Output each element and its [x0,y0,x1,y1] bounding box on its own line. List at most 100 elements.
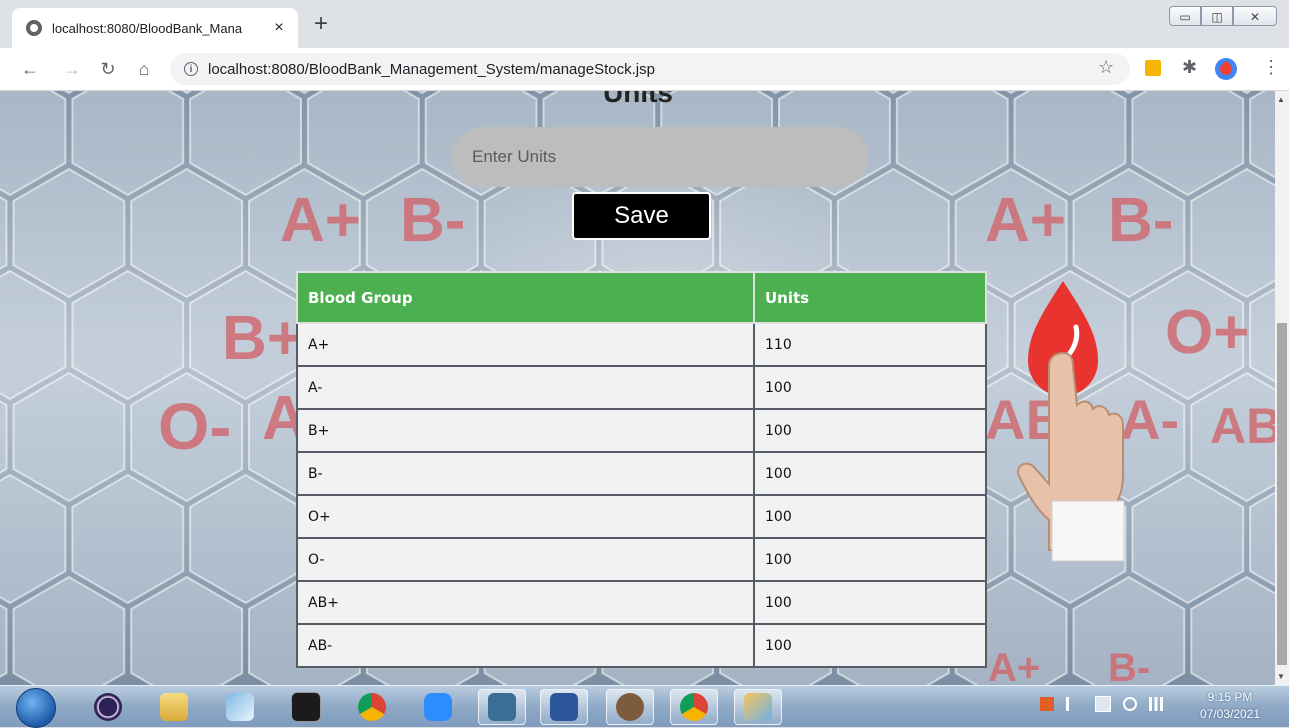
units-cell: 100 [753,451,987,496]
extensions-puzzle-icon[interactable]: ✱ [1182,57,1197,78]
blood-group-cell: A+ [296,322,755,367]
home-icon[interactable]: ⌂ [132,57,156,81]
tomcat-icon[interactable] [606,689,654,725]
blood-type-background-label: A+ [988,646,1040,685]
minimize-button[interactable]: ▭ [1169,6,1201,26]
scroll-up-arrow-icon[interactable]: ▲ [1277,95,1285,104]
blood-type-background-label: O- [158,389,231,463]
close-tab-icon[interactable]: × [270,19,288,37]
hexagon-tile [1131,91,1245,197]
hexagon-tile [306,91,420,197]
profile-avatar-icon[interactable] [1215,58,1237,80]
restore-button[interactable]: ◫ [1201,6,1233,26]
start-orb-icon[interactable] [16,688,56,728]
blood-type-background-label: A+ [985,186,1066,255]
page-heading: Units [603,91,673,108]
page-viewport: A+B-B+O-AA+B-O+ABA-ABA+B- Units Save Blo… [0,91,1275,685]
system-tray [1040,696,1163,712]
blood-group-cell: B- [296,451,755,496]
save-button[interactable]: Save [572,192,711,240]
scroll-down-arrow-icon[interactable]: ▼ [1277,672,1285,681]
reload-icon[interactable]: ↻ [96,57,120,81]
window-controls: ▭ ◫ ✕ [1169,6,1277,26]
units-cell: 100 [753,537,987,582]
table-row: AB- 100 [296,623,987,668]
blood-type-background-label: B- [400,186,465,255]
kebab-menu-icon[interactable]: ⋮ [1262,57,1280,78]
page-scrollbar[interactable]: ▲ ▼ [1275,91,1289,685]
paint-icon[interactable] [734,689,782,725]
blood-group-cell: O+ [296,494,755,539]
blood-type-background-label: B- [1108,646,1150,685]
url-text[interactable]: localhost:8080/BloodBank_Management_Syst… [208,61,655,78]
blood-group-cell: A- [296,365,755,410]
hexagon-tile [1013,91,1127,197]
browser-tab[interactable]: localhost:8080/BloodBank_Mana × [12,8,298,48]
browser-toolbar: ← → ↻ ⌂ i localhost:8080/BloodBank_Manag… [0,48,1289,91]
forward-arrow-icon[interactable]: → [60,57,84,81]
blood-type-background-label: AB [1210,398,1275,454]
blood-stock-table: Blood Group Units A+ 110 A- 100 B+ 100 B- 10… [296,271,987,668]
table-row: A- 100 [296,365,987,410]
units-input[interactable] [452,127,868,187]
word-icon[interactable] [540,689,588,725]
tray-app-icon[interactable] [1040,697,1054,711]
table-row: B- 100 [296,451,987,496]
units-cell: 110 [753,322,987,367]
notepad-icon[interactable] [216,689,264,725]
hexagon-tile [130,575,244,685]
close-window-button[interactable]: ✕ [1233,6,1277,26]
blood-type-background-label: A- [1120,388,1179,451]
address-bar[interactable]: i localhost:8080/BloodBank_Management_Sy… [170,53,1130,85]
tab-strip: localhost:8080/BloodBank_Mana × + ▭ ◫ ✕ [0,0,1289,48]
windows-taskbar: 9:15 PM 07/03/2021 [0,685,1289,728]
scrollbar-thumb[interactable] [1277,323,1287,665]
signal-icon[interactable] [1149,697,1163,711]
action-center-flag-icon[interactable] [1066,697,1083,711]
info-icon[interactable]: i [184,62,198,76]
units-cell: 100 [753,365,987,410]
globe-icon [26,20,42,36]
blood-type-background-label: O+ [1165,298,1249,367]
blood-group-cell: O- [296,537,755,582]
hexagon-tile [189,473,302,605]
blood-group-cell: AB+ [296,580,755,625]
units-cell: 100 [753,494,987,539]
table-row: O+ 100 [296,494,987,539]
hexagon-tile [12,167,126,299]
blood-group-cell: AB- [296,623,755,668]
blood-group-cell: B+ [296,408,755,453]
bookmark-star-icon[interactable]: ☆ [1098,57,1114,78]
back-arrow-icon[interactable]: ← [18,57,42,81]
zoom-icon[interactable] [414,689,462,725]
chrome-active-icon[interactable] [670,689,718,725]
table-header-row: Blood Group Units [296,271,987,324]
network-icon[interactable] [1095,696,1111,712]
new-tab-button[interactable]: + [314,12,328,36]
taskbar-clock[interactable]: 9:15 PM 07/03/2021 [1180,689,1280,723]
table-row: B+ 100 [296,408,987,453]
hexagon-tile [130,167,244,299]
table-row: O- 100 [296,537,987,582]
hexagon-tile [189,91,302,197]
table-row: AB+ 100 [296,580,987,625]
hexagon-tile [12,575,126,685]
tab-title: localhost:8080/BloodBank_Mana [52,20,243,36]
volume-icon[interactable] [1123,697,1137,711]
mysql-workbench-icon[interactable] [478,689,526,725]
hexagon-tile [12,371,126,503]
clock-time: 9:15 PM [1207,690,1253,704]
terminal-icon[interactable] [282,689,330,725]
clock-date: 07/03/2021 [1199,707,1261,721]
header-units: Units [753,271,987,324]
blood-type-background-label: B- [1108,186,1173,255]
chrome-icon[interactable] [348,689,396,725]
file-explorer-icon[interactable] [150,689,198,725]
hexagon-tile [71,269,185,401]
hexagon-tile [1131,473,1245,605]
units-cell: 100 [753,408,987,453]
hexagon-tile [71,91,185,197]
extension-notes-icon[interactable] [1145,60,1161,76]
eclipse-icon[interactable] [84,689,132,725]
header-blood-group: Blood Group [296,271,755,324]
